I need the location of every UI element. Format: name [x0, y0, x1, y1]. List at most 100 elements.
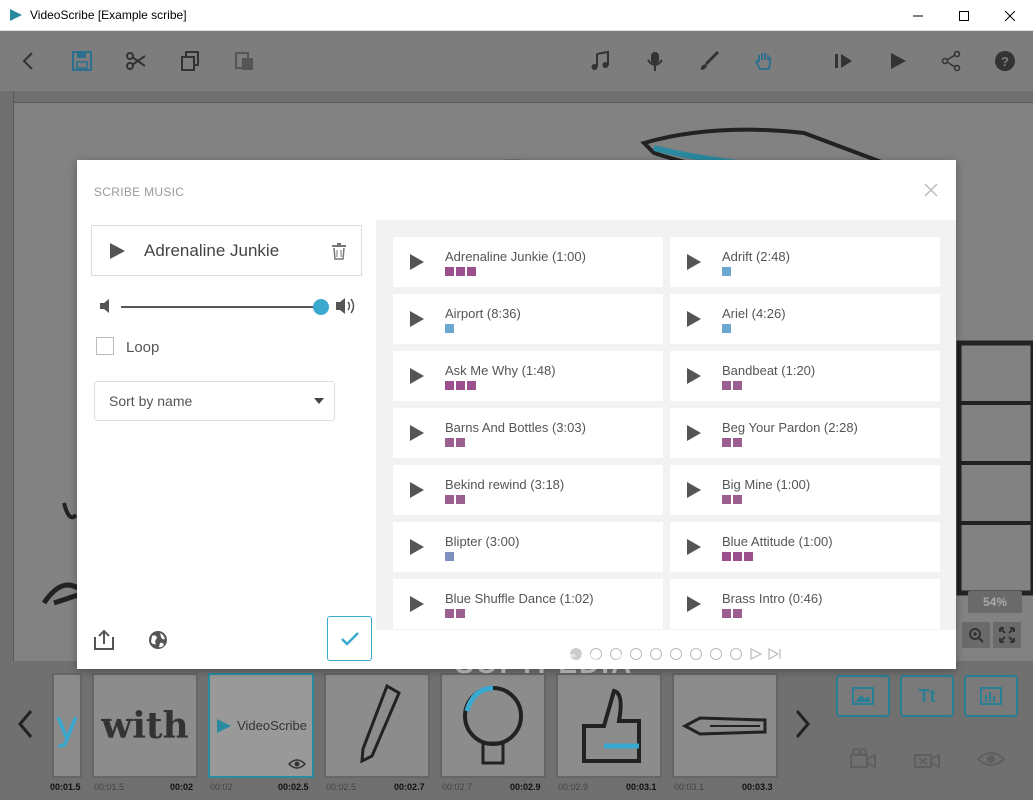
help-button[interactable]: ? [989, 45, 1021, 77]
track-item[interactable]: Barns And Bottles (3:03) [393, 408, 663, 458]
preview-from-here-button[interactable] [827, 45, 859, 77]
timeline-frame-1[interactable]: y [52, 673, 82, 778]
track-intensity-bars [722, 438, 744, 447]
track-name: Adrift (2:48) [722, 249, 790, 264]
maximize-button[interactable] [941, 0, 987, 31]
add-chart-button[interactable] [964, 675, 1018, 717]
play-icon[interactable] [108, 242, 128, 260]
frame-5-end-time: 00:02.9 [510, 782, 541, 792]
timeline-frame-4[interactable] [324, 673, 430, 778]
timeline-frame-7[interactable] [672, 673, 778, 778]
share-button[interactable] [935, 45, 967, 77]
play-icon[interactable] [409, 539, 425, 555]
play-from-icon [835, 54, 852, 68]
visibility-button[interactable] [974, 744, 1008, 774]
close-dialog-button[interactable] [921, 180, 941, 200]
play-icon[interactable] [409, 596, 425, 612]
play-icon[interactable] [409, 425, 425, 441]
volume-high-icon [336, 298, 355, 314]
intensity-bar [744, 552, 753, 561]
globe-icon[interactable] [147, 629, 169, 651]
zoom-in-button[interactable] [962, 622, 990, 648]
track-item[interactable]: Beg Your Pardon (2:28) [670, 408, 940, 458]
scissors-icon [126, 52, 146, 70]
trash-icon[interactable] [331, 242, 347, 260]
track-name: Big Mine (1:00) [722, 477, 811, 492]
timeline-next-button[interactable] [788, 699, 818, 749]
play-icon[interactable] [409, 254, 425, 270]
svg-text:?: ? [1001, 54, 1009, 69]
timeline-frame-2[interactable]: with [92, 673, 198, 778]
volume-slider-track[interactable] [121, 306, 321, 308]
add-text-button[interactable]: Tt [900, 675, 954, 717]
minimize-button[interactable] [895, 0, 941, 31]
play-icon[interactable] [686, 596, 702, 612]
page-dot[interactable] [670, 648, 682, 660]
confirm-button[interactable] [327, 616, 372, 661]
track-item[interactable]: Airport (8:36) [393, 294, 663, 344]
camera-clear-button[interactable] [910, 744, 944, 774]
back-button[interactable] [12, 45, 44, 77]
play-icon[interactable] [686, 482, 702, 498]
track-item[interactable]: Bandbeat (1:20) [670, 351, 940, 401]
loop-checkbox[interactable] [96, 337, 114, 355]
sort-dropdown[interactable]: Sort by name [94, 381, 335, 421]
play-icon[interactable] [686, 425, 702, 441]
add-image-button[interactable] [836, 675, 890, 717]
save-button[interactable] [66, 45, 98, 77]
timeline-frame-5[interactable] [440, 673, 546, 778]
music-button[interactable] [584, 45, 616, 77]
track-item[interactable]: Big Mine (1:00) [670, 465, 940, 515]
voiceover-button[interactable] [639, 45, 671, 77]
track-item[interactable]: Bekind rewind (3:18) [393, 465, 663, 515]
next-page-icon[interactable] [750, 648, 762, 660]
volume-slider-handle[interactable] [313, 299, 329, 315]
cut-button[interactable] [120, 45, 152, 77]
play-icon[interactable] [409, 482, 425, 498]
frame-label: with [101, 704, 189, 747]
track-name: Brass Intro (0:46) [722, 591, 823, 606]
page-dot[interactable] [710, 648, 722, 660]
frame-label: VideoScribe [237, 718, 307, 733]
timeline-prev-button[interactable] [10, 699, 40, 749]
track-item[interactable]: Ariel (4:26) [670, 294, 940, 344]
track-list: Adrenaline Junkie (1:00) Adrift (2:48) Air… [376, 220, 956, 630]
intensity-bar [445, 552, 454, 561]
intensity-bar [467, 381, 476, 390]
track-item[interactable]: Blipter (3:00) [393, 522, 663, 572]
last-page-icon[interactable] [768, 648, 782, 660]
window-title: VideoScribe [Example scribe] [30, 8, 187, 22]
intensity-bar [733, 495, 742, 504]
close-window-button[interactable] [987, 0, 1033, 31]
play-button[interactable] [881, 45, 913, 77]
page-dot[interactable] [690, 648, 702, 660]
play-icon[interactable] [409, 368, 425, 384]
track-item[interactable]: Adrenaline Junkie (1:00) [393, 237, 663, 287]
frame-4-start-time: 00:02.5 [326, 782, 357, 792]
track-name: Blue Attitude (1:00) [722, 534, 833, 549]
copy-button[interactable] [174, 45, 206, 77]
track-item[interactable]: Blue Attitude (1:00) [670, 522, 940, 572]
play-icon[interactable] [686, 368, 702, 384]
track-item[interactable]: Adrift (2:48) [670, 237, 940, 287]
timeline-frame-3[interactable]: VideoScribe [208, 673, 314, 778]
hand-button[interactable] [748, 45, 780, 77]
upload-icon[interactable] [93, 629, 115, 651]
intensity-bar [445, 324, 454, 333]
paste-button[interactable] [228, 45, 260, 77]
camera-set-button[interactable] [846, 744, 880, 774]
play-icon[interactable] [686, 254, 702, 270]
play-icon[interactable] [686, 539, 702, 555]
play-icon[interactable] [686, 311, 702, 327]
track-item[interactable]: Brass Intro (0:46) [670, 579, 940, 629]
track-item[interactable]: Ask Me Why (1:48) [393, 351, 663, 401]
fit-screen-button[interactable] [993, 622, 1021, 648]
page-dot[interactable] [730, 648, 742, 660]
draw-button[interactable] [693, 45, 725, 77]
play-icon[interactable] [409, 311, 425, 327]
track-item[interactable]: Blue Shuffle Dance (1:02) [393, 579, 663, 629]
page-dot[interactable] [650, 648, 662, 660]
timeline-frame-6[interactable] [556, 673, 662, 778]
frame-3-end-time: 00:02.5 [278, 782, 309, 792]
intensity-bar [733, 438, 742, 447]
